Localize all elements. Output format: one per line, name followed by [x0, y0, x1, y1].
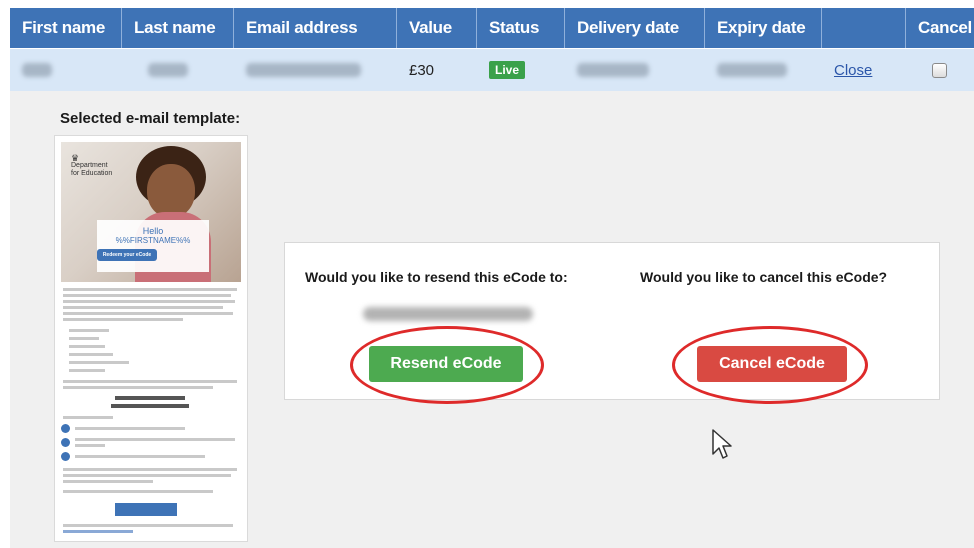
- email-text-line: [63, 524, 233, 527]
- redacted-expiry-date: [717, 63, 787, 77]
- email-link-line: [63, 530, 133, 533]
- col-email: Email address: [234, 8, 397, 48]
- email-list-item: [69, 353, 113, 356]
- email-list-item: [69, 369, 105, 372]
- email-text-line: [63, 490, 213, 493]
- email-step-2-icon: [61, 438, 70, 447]
- redacted-last-name: [148, 63, 188, 77]
- col-delivery-date: Delivery date: [565, 8, 705, 48]
- email-text-line: [63, 306, 223, 309]
- status-badge: Live: [489, 61, 526, 79]
- cell-first-name: [10, 49, 122, 91]
- col-cancel: Cancel: [918, 18, 972, 37]
- template-label: Selected e-mail template:: [60, 110, 241, 127]
- close-link[interactable]: Close: [834, 62, 872, 79]
- resend-question: Would you like to resend this eCode to:: [305, 269, 568, 285]
- redacted-first-name: [22, 63, 52, 77]
- col-first-name: First name: [10, 8, 122, 48]
- email-text-line: [63, 300, 235, 303]
- cancel-checkbox[interactable]: [932, 62, 947, 78]
- email-text-line: [75, 444, 105, 447]
- email-text-line: [75, 455, 205, 458]
- email-text-line: [75, 427, 185, 430]
- cell-action: Close: [822, 49, 906, 91]
- col-last-name: Last name: [122, 8, 234, 48]
- email-text-line: [63, 318, 183, 321]
- redacted-delivery-date: [577, 63, 649, 77]
- email-list-item: [69, 361, 129, 364]
- email-text-line: [63, 288, 237, 291]
- table-header: First name Last name Email address Value…: [10, 8, 974, 48]
- cell-last-name: [122, 49, 234, 91]
- email-text-line: [63, 416, 113, 419]
- email-redeem-button: Redeem your eCode: [97, 249, 157, 261]
- email-code-value: [111, 404, 189, 408]
- email-list-item: [69, 345, 105, 348]
- email-hello: Hello: [142, 226, 164, 236]
- email-step-3-icon: [61, 452, 70, 461]
- email-text-line: [75, 438, 235, 441]
- cancel-highlight-ring: [672, 326, 868, 404]
- email-text-line: [63, 474, 231, 477]
- email-step-1-icon: [61, 424, 70, 433]
- col-value: Value: [397, 8, 477, 48]
- cell-delivery-date: [565, 49, 705, 91]
- redacted-recipient-email: [363, 307, 533, 321]
- mouse-pointer-icon: [712, 429, 732, 459]
- dfe-logo: ♛ Department for Education: [71, 153, 113, 178]
- cell-status: Live: [477, 49, 565, 91]
- cancel-question: Would you like to cancel this eCode?: [640, 269, 888, 285]
- hero-child-face: [147, 164, 195, 218]
- email-name-placeholder: %%FIRSTNAME%%: [115, 236, 191, 245]
- redacted-email: [246, 63, 361, 77]
- table-row: £30 Live Close: [10, 49, 974, 91]
- email-text-line: [63, 380, 237, 383]
- email-text-line: [63, 294, 231, 297]
- cell-email: [234, 49, 397, 91]
- email-text-line: [63, 468, 237, 471]
- email-text-line: [63, 480, 153, 483]
- email-text-line: [63, 386, 213, 389]
- col-status: Status: [477, 8, 565, 48]
- email-greeting-box: Hello %%FIRSTNAME%% Redeem your eCode: [97, 220, 209, 272]
- email-list-item: [69, 329, 109, 332]
- email-bottom-button: [115, 503, 177, 516]
- cell-expiry-date: [705, 49, 822, 91]
- cell-cancel: [906, 49, 974, 91]
- email-list-item: [69, 337, 99, 340]
- col-action: [822, 8, 906, 48]
- resend-highlight-ring: [350, 326, 544, 404]
- cell-value: £30: [409, 61, 435, 79]
- col-expiry-date: Expiry date: [705, 8, 822, 48]
- email-template-preview[interactable]: ♛ Department for Education Hello %%FIRST…: [54, 135, 248, 542]
- email-hero-image: ♛ Department for Education Hello %%FIRST…: [61, 142, 241, 282]
- email-code-heading: [115, 396, 185, 400]
- email-text-line: [63, 312, 233, 315]
